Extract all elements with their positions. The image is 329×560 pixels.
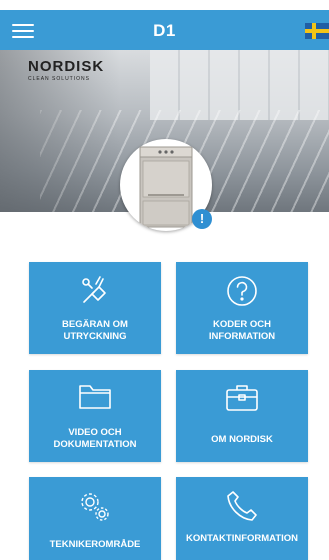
- app-bar: D1: [0, 10, 329, 50]
- tile-technician-area[interactable]: TEKNIKEROMRÅDE: [29, 477, 161, 560]
- folder-icon: [78, 382, 112, 417]
- info-badge-icon[interactable]: !: [192, 209, 212, 229]
- tile-label: KONTAKTINFORMATION: [185, 533, 299, 544]
- tile-video-documentation[interactable]: VIDEO OCH DOKUMENTATION: [29, 370, 161, 462]
- gears-icon: [77, 489, 113, 530]
- tile-about-nordisk[interactable]: OM NORDISK: [176, 370, 308, 462]
- service-tools-icon: [78, 274, 112, 313]
- nordisk-logo: NORDISK CLEAN SOLUTIONS: [28, 58, 104, 82]
- tile-label: TEKNIKEROMRÅDE: [49, 539, 141, 550]
- tile-label: KODER OCH INFORMATION: [208, 319, 276, 342]
- tile-label: VIDEO OCH DOKUMENTATION: [53, 427, 137, 450]
- page-title: D1: [153, 21, 176, 40]
- tile-contact-information[interactable]: KONTAKTINFORMATION: [176, 477, 308, 560]
- status-bar: [0, 0, 329, 10]
- briefcase-icon: [225, 382, 259, 419]
- question-circle-icon: [225, 274, 259, 313]
- logo-sub-text: CLEAN SOLUTIONS: [28, 76, 90, 82]
- tile-service-request[interactable]: BEGÄRAN OM UTRYCKNING: [29, 262, 161, 354]
- phone-icon: [225, 489, 259, 528]
- tile-label: OM NORDISK: [211, 434, 273, 445]
- logo-main-text: NORDISK: [28, 58, 105, 75]
- tile-codes-information[interactable]: KODER OCH INFORMATION: [176, 262, 308, 354]
- swedish-flag-icon[interactable]: [305, 23, 329, 39]
- tile-label: BEGÄRAN OM UTRYCKNING: [62, 319, 128, 342]
